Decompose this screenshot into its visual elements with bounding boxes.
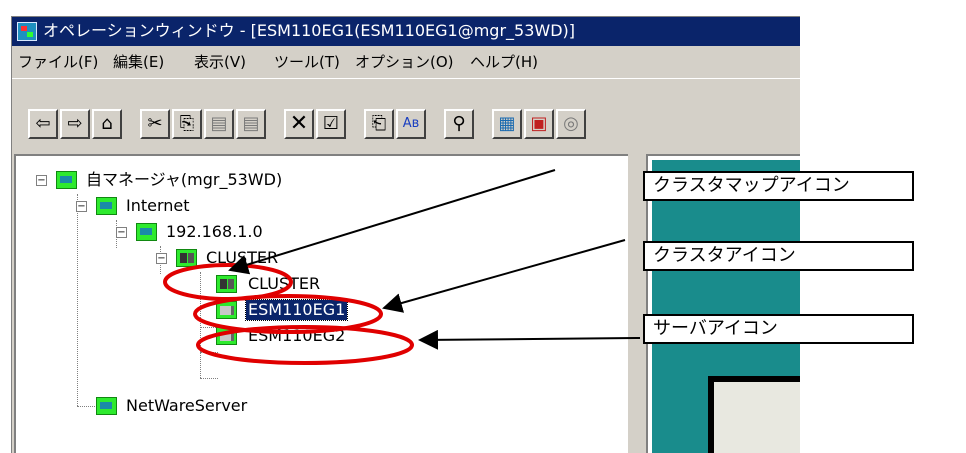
delete-x-icon: ✕ [289, 111, 309, 136]
binoculars-icon: ⚲ [452, 113, 466, 134]
callout-server-icon: サーバアイコン [643, 314, 914, 344]
callout-cluster-map-icon: クラスタマップアイコン [643, 171, 914, 201]
paste-button[interactable]: ▤ [204, 109, 234, 139]
map-icon [96, 197, 117, 215]
up-folder-icon: ⌂ [101, 113, 113, 134]
cut-button[interactable]: ✂ [140, 109, 170, 139]
forward-button[interactable]: ⇨ [60, 109, 90, 139]
tree-node-label: ESM110EG2 [248, 326, 346, 345]
paste-special-button[interactable]: ▤ [236, 109, 266, 139]
tree-line [200, 378, 218, 379]
tree-line [200, 272, 201, 378]
tree-view-pane[interactable]: − 自マネージャ(mgr_53WD) − Internet − 192.168.… [14, 154, 630, 453]
rename-icon: ⎗ [371, 113, 387, 134]
menu-options[interactable]: オプション(O) [355, 52, 454, 72]
tree-line [200, 352, 218, 353]
server-view-button[interactable]: ◎ [556, 109, 586, 139]
cluster-map-icon [176, 249, 197, 267]
rename-button[interactable]: ⎗ [364, 109, 394, 139]
menu-help[interactable]: ヘルプ(H) [470, 52, 538, 72]
tree-node-label-selected: ESM110EG1 [244, 299, 349, 321]
cluster-view-icon: ▣ [530, 113, 548, 134]
properties-icon: ☑ [322, 113, 340, 134]
paste-icon: ▤ [210, 113, 228, 134]
window-title: オペレーションウィンドウ - [ESM110EG1(ESM110EG1@mgr_… [43, 21, 576, 40]
find-button[interactable]: ⚲ [444, 109, 474, 139]
scissors-icon: ✂ [147, 113, 163, 134]
server-icon [216, 327, 237, 345]
paste-special-icon: ▤ [242, 113, 260, 134]
operation-window-app-icon [17, 22, 37, 41]
cluster-icon [216, 275, 237, 293]
replace-button[interactable]: Aʙ [396, 109, 426, 139]
forward-arrow-icon: ⇨ [67, 113, 83, 134]
back-arrow-icon: ⇦ [35, 113, 51, 134]
menu-view[interactable]: 表示(V) [194, 52, 246, 72]
server-icon [216, 301, 237, 319]
collapse-icon[interactable]: − [116, 227, 127, 238]
map-icon [56, 171, 77, 189]
map-view-button[interactable]: ▦ [492, 109, 522, 139]
map-view-icon: ▦ [498, 113, 516, 134]
tree-line [77, 406, 97, 407]
replace-text-icon: Aʙ [402, 116, 420, 131]
tree-node-label: 192.168.1.0 [166, 222, 263, 241]
tree-node-label: CLUSTER [206, 248, 279, 267]
collapse-icon[interactable]: − [156, 253, 167, 264]
operation-window: オペレーションウィンドウ - [ESM110EG1(ESM110EG1@mgr_… [11, 16, 800, 453]
map-icon [136, 223, 157, 241]
server-view-icon: ◎ [563, 113, 579, 134]
up-folder-button[interactable]: ⌂ [92, 109, 122, 139]
back-button[interactable]: ⇦ [28, 109, 58, 139]
tree-node-label: CLUSTER [248, 274, 321, 293]
menu-edit[interactable]: 編集(E) [113, 52, 164, 72]
collapse-icon[interactable]: − [76, 201, 87, 212]
tree-node-label: Internet [126, 196, 190, 215]
cluster-view-button[interactable]: ▣ [524, 109, 554, 139]
properties-button[interactable]: ☑ [316, 109, 346, 139]
menu-tools[interactable]: ツール(T) [274, 52, 340, 72]
callout-cluster-icon: クラスタアイコン [643, 241, 914, 271]
server-monitor-image [708, 376, 800, 453]
tree-node-label: 自マネージャ(mgr_53WD) [86, 170, 283, 189]
menu-file[interactable]: ファイル(F) [18, 52, 98, 72]
title-bar[interactable]: オペレーションウィンドウ - [ESM110EG1(ESM110EG1@mgr_… [12, 17, 800, 46]
tree-node-label: NetWareServer [126, 396, 248, 415]
copy-button[interactable]: ⎘ [172, 109, 202, 139]
map-icon [96, 397, 117, 415]
toolbar: ⇦ ⇨ ⌂ ✂ ⎘ ▤ ▤ ✕ ☑ ⎗ Aʙ ⚲ ▦ ▣ ◎ [12, 78, 800, 153]
tree-line [77, 194, 78, 406]
menu-bar: ファイル(F) 編集(E) 表示(V) ツール(T) オプション(O) ヘルプ(… [12, 46, 800, 77]
collapse-icon[interactable]: − [36, 175, 47, 186]
copy-icon: ⎘ [179, 113, 195, 134]
delete-button[interactable]: ✕ [284, 109, 314, 139]
